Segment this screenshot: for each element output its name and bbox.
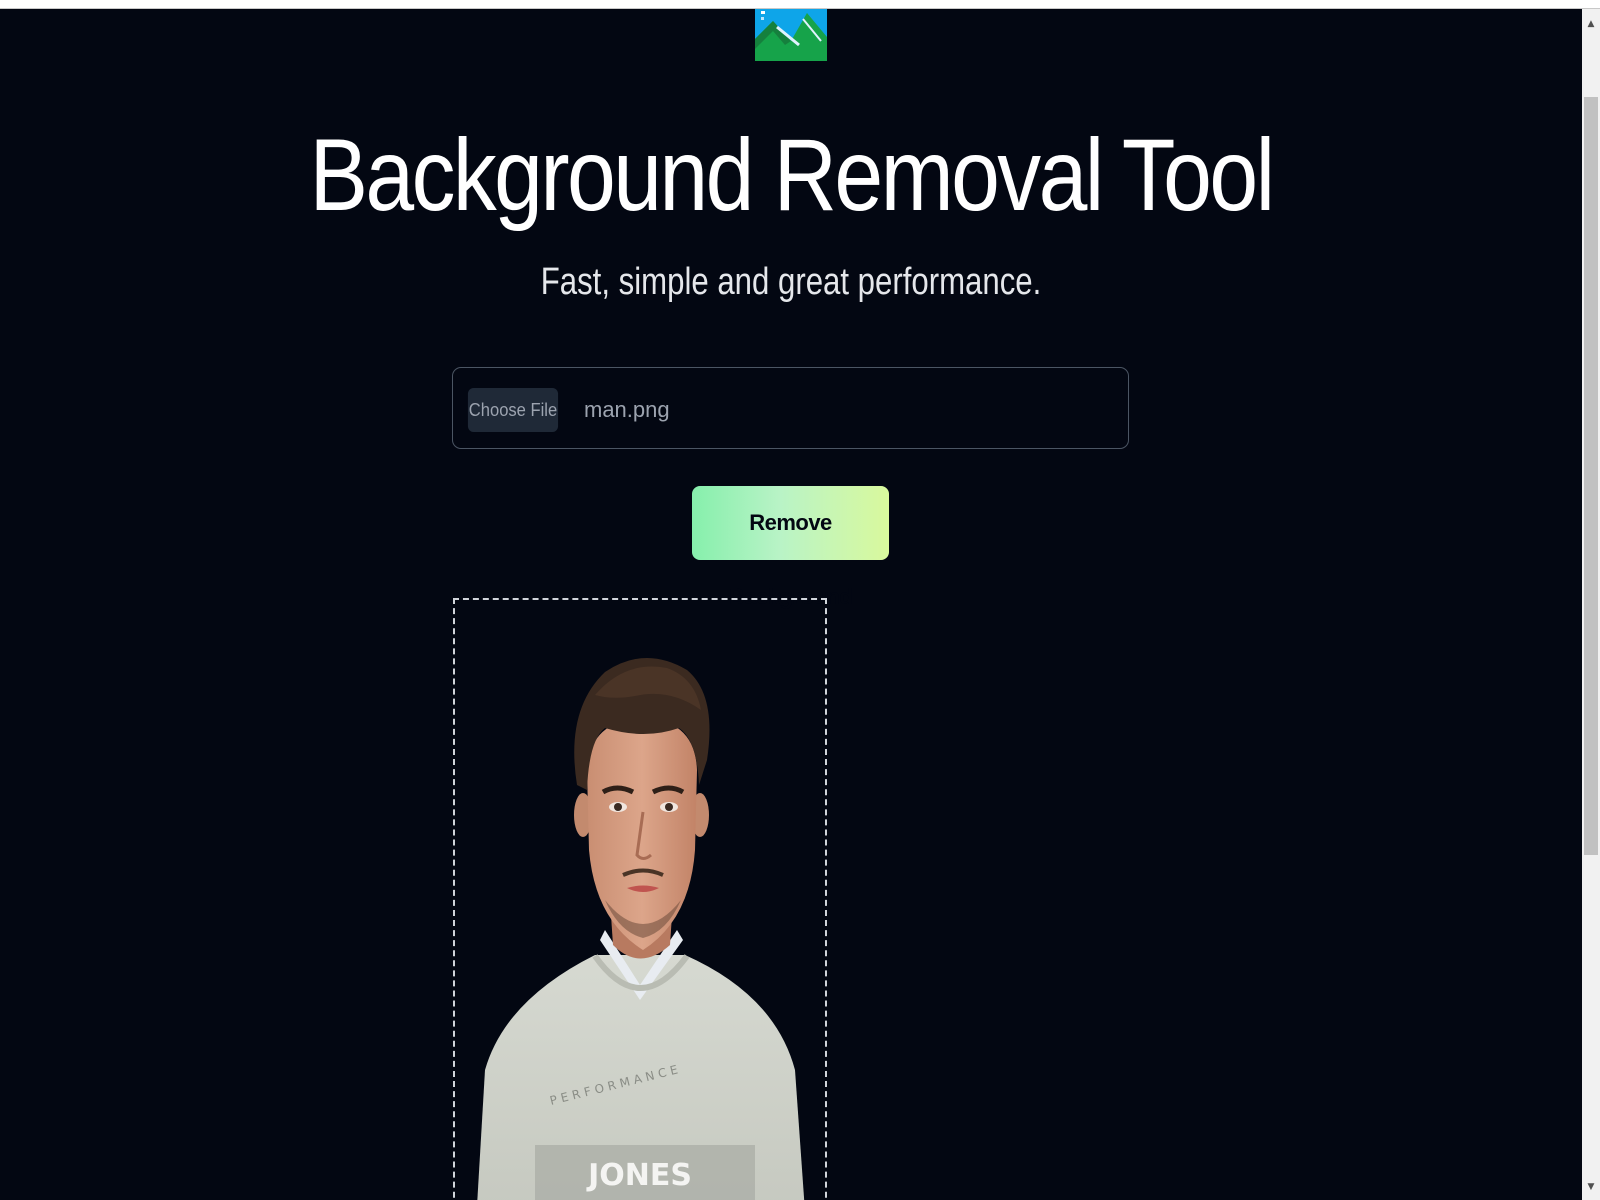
- remove-background-button[interactable]: Remove Background: [692, 486, 889, 609]
- scroll-up-arrow-icon[interactable]: ▲: [1582, 15, 1600, 33]
- page-subtitle: Fast, simple and great performance.: [540, 261, 1042, 303]
- browser-top-edge: [0, 0, 1600, 9]
- sweater-brand-text: JONES: [586, 1158, 692, 1193]
- scroll-thumb[interactable]: [1584, 97, 1598, 855]
- portrait-image: PERFORMANCE JONES: [477, 657, 805, 1200]
- scroll-down-arrow-icon[interactable]: ▼: [1582, 1178, 1600, 1196]
- image-preview: PERFORMANCE JONES: [453, 598, 827, 1200]
- mountain-logo-icon: [755, 9, 827, 61]
- file-upload-field[interactable]: Choose File man.png: [452, 367, 1129, 449]
- page-title: Background Removal Tool: [309, 118, 1275, 232]
- page-viewport: Background Removal Tool Fast, simple and…: [0, 9, 1582, 1200]
- choose-file-button[interactable]: Choose File: [467, 388, 559, 432]
- vertical-scrollbar[interactable]: ▲ ▼: [1582, 9, 1600, 1200]
- selected-file-name: man.png: [584, 397, 670, 422]
